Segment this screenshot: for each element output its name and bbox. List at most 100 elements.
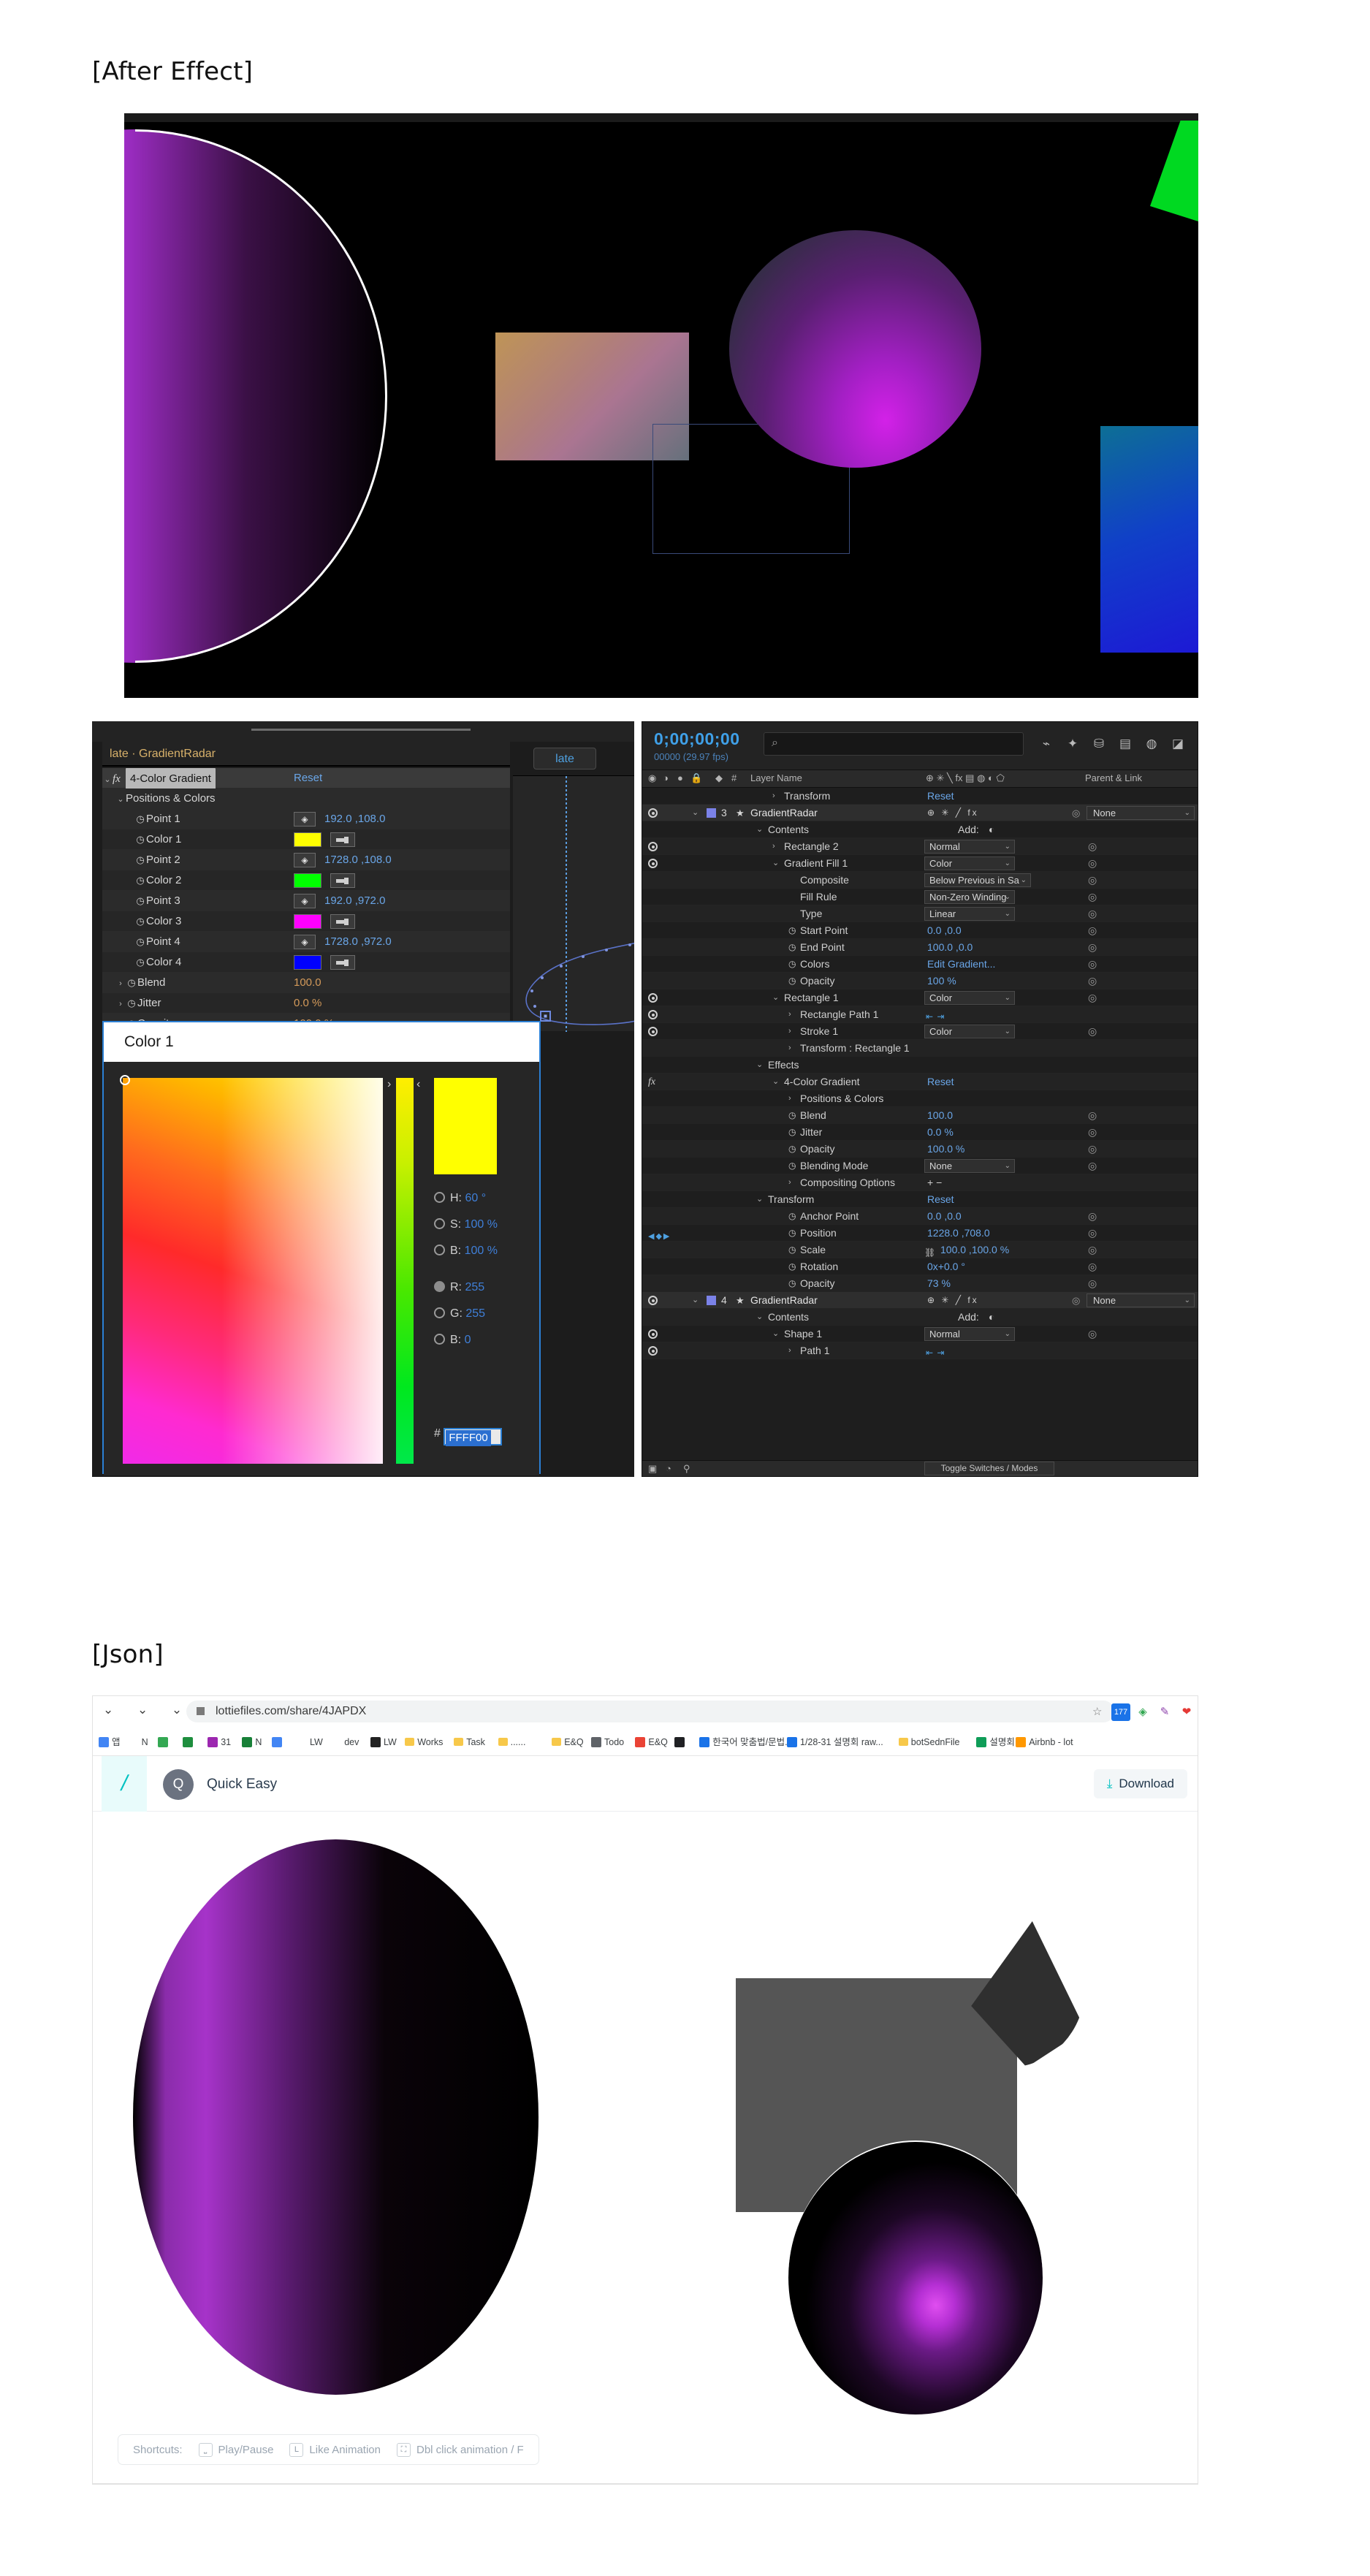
timeline-row[interactable]: ◷ Jitter 0.0 % ◎	[642, 1124, 1198, 1141]
blue-radio[interactable]	[434, 1334, 445, 1345]
property-row[interactable]: ◷ Point 2 ◈ 1728.0 ,108.0	[102, 850, 510, 870]
property-value[interactable]: 73 %	[927, 1275, 951, 1292]
color-swatch[interactable]	[294, 873, 321, 888]
saturation-field[interactable]: S: 100 %	[434, 1218, 498, 1231]
expression-swirl-icon[interactable]: ◎	[1088, 838, 1097, 855]
layer-visibility-icon[interactable]	[648, 808, 658, 818]
property-row[interactable]: ◷ Color 3	[102, 911, 510, 932]
stopwatch-icon[interactable]: ◷	[788, 1107, 796, 1124]
motion-path-canvas[interactable]	[513, 775, 634, 1032]
property-value[interactable]: 0.0 %	[294, 993, 321, 1014]
red-value[interactable]: 255	[465, 1281, 484, 1293]
expression-swirl-icon[interactable]: ◎	[1088, 989, 1097, 1006]
stopwatch-icon[interactable]: ◷	[134, 911, 146, 932]
bookmark-star-icon[interactable]: ☆	[1092, 1705, 1102, 1718]
layer-name[interactable]: GradientRadar	[750, 1292, 818, 1309]
expression-swirl-icon[interactable]: ◎	[1088, 1258, 1097, 1275]
expression-swirl-icon[interactable]: ◎	[1088, 1107, 1097, 1124]
expression-swirl-icon[interactable]: ◎	[1088, 939, 1097, 956]
expression-swirl-icon[interactable]: ◎	[1088, 1275, 1097, 1292]
expression-swirl-icon[interactable]: ◎	[1088, 1124, 1097, 1141]
point-value[interactable]: 1728.0 ,972.0	[324, 932, 392, 952]
eyedropper-icon[interactable]	[330, 832, 355, 847]
expand-chevron-icon[interactable]: ›	[788, 1040, 791, 1057]
property-select[interactable]: Color ⌄	[924, 1025, 1015, 1038]
property-visibility-icon[interactable]	[648, 1329, 658, 1339]
add-button[interactable]: ◐	[989, 1309, 994, 1326]
timeline-row[interactable]: › Path 1 ⇤ ⇥	[642, 1342, 1198, 1359]
render-queue-icon[interactable]: ⚲	[683, 1463, 690, 1475]
expand-chevron-icon[interactable]: ›	[788, 1090, 791, 1107]
timeline-search-input[interactable]: ⌕	[764, 732, 1024, 756]
timeline-row[interactable]: ◷ Opacity 100.0 % ◎	[642, 1141, 1198, 1158]
stopwatch-icon[interactable]: ◷	[788, 922, 796, 939]
lock-toggle-icon[interactable]: 🔒	[690, 772, 702, 784]
bookmark-item[interactable]: dev	[331, 1734, 359, 1750]
point-picker-button[interactable]: ◈	[294, 812, 316, 827]
hex-field[interactable]: # FFFF00	[434, 1427, 503, 1446]
bookmark-item[interactable]	[183, 1734, 196, 1750]
label-color-icon[interactable]: ◆	[715, 772, 723, 784]
address-bar[interactable]: lottiefiles.com/share/4JAPDX	[186, 1701, 1114, 1722]
effect-reset-link[interactable]: Reset	[294, 768, 322, 789]
frame-render-icon[interactable]: ▣	[648, 1463, 657, 1475]
red-radio[interactable]	[434, 1281, 445, 1292]
reset-link[interactable]: Reset	[927, 1191, 954, 1208]
stopwatch-icon[interactable]: ◷	[134, 809, 146, 829]
point-picker-button[interactable]: ◈	[294, 894, 316, 908]
property-select[interactable]: Normal ⌄	[924, 1327, 1015, 1341]
expression-swirl-icon[interactable]: ◎	[1088, 1141, 1097, 1158]
expand-chevron-icon[interactable]: ⌄	[692, 805, 699, 821]
lottiefiles-logo[interactable]: /	[102, 1756, 147, 1812]
stopwatch-icon[interactable]: ◷	[788, 1225, 796, 1242]
timeline-row[interactable]: Type Linear ⌄ ◎	[642, 905, 1198, 922]
expand-chevron-icon[interactable]: ›	[772, 788, 775, 805]
reset-link[interactable]: Reset	[927, 1074, 954, 1090]
extension-icon-calendar[interactable]: 177	[1111, 1703, 1130, 1721]
expand-chevron-icon[interactable]: ›	[115, 994, 126, 1014]
stopwatch-icon[interactable]: ◷	[788, 1208, 796, 1225]
point-value[interactable]: 192.0 ,972.0	[324, 891, 385, 911]
expression-swirl-icon[interactable]: ◎	[1088, 1023, 1097, 1040]
stopwatch-icon[interactable]: ◷	[134, 850, 146, 870]
stopwatch-icon[interactable]: ◷	[134, 870, 146, 891]
bookmark-item[interactable]: E&Q	[552, 1734, 584, 1750]
parent-link-select[interactable]: None ⌄	[1087, 1293, 1195, 1307]
expression-swirl-icon[interactable]: ◎	[1088, 1158, 1097, 1174]
red-field[interactable]: R: 255	[434, 1281, 484, 1294]
animation-preview-stage[interactable]	[93, 1812, 1198, 2425]
timeline-row[interactable]: ◷ Blending Mode None ⌄ ◎	[642, 1158, 1198, 1174]
stopwatch-icon[interactable]: ◷	[788, 939, 796, 956]
bookmark-item[interactable]: Airbnb - lot	[1016, 1734, 1073, 1750]
expand-chevron-icon[interactable]: ⌄	[756, 1309, 763, 1326]
expand-chevron-icon[interactable]: ⌄	[102, 770, 113, 790]
expand-chevron-icon[interactable]: ›	[788, 1342, 791, 1359]
color-swatch[interactable]	[294, 914, 321, 929]
color-swatch[interactable]	[294, 955, 321, 970]
group-chevron-icon[interactable]: ⌄	[115, 789, 126, 810]
bookmark-item[interactable]: Todo	[591, 1734, 624, 1750]
stopwatch-icon[interactable]: ◷	[788, 1124, 796, 1141]
hex-input[interactable]: FFFF00	[444, 1428, 503, 1446]
parent-pickwhip-icon[interactable]: ◎	[1072, 1292, 1080, 1309]
property-select[interactable]: Non-Zero Winding ⌄	[924, 890, 1015, 904]
timeline-row[interactable]: ⌄ Effects	[642, 1057, 1198, 1074]
bookmark-item[interactable]: ......	[498, 1734, 525, 1750]
comp-tab-late[interactable]: late	[533, 748, 596, 770]
parent-pickwhip-icon[interactable]: ◎	[1072, 805, 1080, 821]
timeline-row[interactable]: ◷ Anchor Point 0.0 ,0.0 ◎	[642, 1208, 1198, 1225]
bookmark-item[interactable]: Task	[454, 1734, 485, 1750]
stopwatch-icon[interactable]: ◷	[134, 952, 146, 973]
timeline-row[interactable]: ⌄ Rectangle 1 Color ⌄ ◎	[642, 989, 1198, 1006]
property-value[interactable]: 0x+0.0 °	[927, 1258, 965, 1275]
eyedropper-icon[interactable]	[330, 955, 355, 970]
timeline-row[interactable]: ◷ Opacity 73 % ◎	[642, 1275, 1198, 1292]
timeline-row[interactable]: › Compositing Options + −	[642, 1174, 1198, 1191]
property-value[interactable]: Edit Gradient...	[927, 956, 995, 973]
property-visibility-icon[interactable]	[648, 1346, 658, 1356]
expand-chevron-icon[interactable]: ›	[772, 838, 775, 855]
point-picker-button[interactable]: ◈	[294, 935, 316, 949]
bookmark-item[interactable]: LW	[370, 1734, 397, 1750]
brightness-field[interactable]: B: 100 %	[434, 1245, 498, 1258]
current-timecode[interactable]: 0;00;00;00	[654, 729, 740, 749]
